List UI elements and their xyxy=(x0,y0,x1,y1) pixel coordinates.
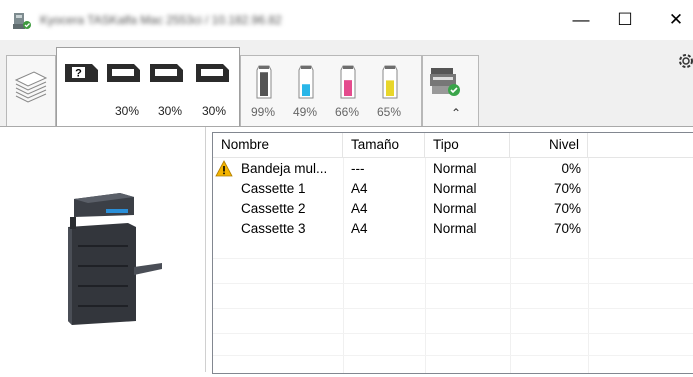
paper-tray-table: Nombre Tamaño Tipo Nivel Bandeja mul... … xyxy=(212,132,693,374)
svg-text:?: ? xyxy=(75,68,82,80)
tray-level: 70% xyxy=(553,221,581,236)
column-header-level[interactable]: Nivel xyxy=(510,133,588,157)
tray-type: Normal xyxy=(433,181,477,196)
table-row[interactable]: Bandeja mul... --- Normal 0% xyxy=(213,159,693,179)
tray-size: A4 xyxy=(351,201,368,216)
tab-paper-overview[interactable] xyxy=(6,55,56,126)
tray-size: A4 xyxy=(351,181,368,196)
tray-level: 70% xyxy=(553,181,581,196)
tab-paper-trays[interactable]: ? 30% 30% 30% xyxy=(56,47,240,126)
tray-type: Normal xyxy=(433,161,477,176)
toner-yellow-icon xyxy=(382,65,398,99)
tab-toner[interactable]: 99% 49% 66% 65% xyxy=(240,55,422,126)
tray-name: Cassette 3 xyxy=(241,221,306,236)
minimize-button[interactable]: — xyxy=(566,8,596,32)
toner-magenta-icon xyxy=(340,65,356,99)
tray-icon-3 xyxy=(196,64,229,82)
printer-app-icon xyxy=(13,13,31,29)
row-divider xyxy=(213,333,693,334)
toner-yellow-level: 65% xyxy=(377,105,402,119)
tray-name: Cassette 2 xyxy=(241,201,306,216)
table-row[interactable]: Cassette 2 A4 Normal 70% xyxy=(213,199,693,219)
device-image-panel xyxy=(0,127,205,377)
tray-icon-1 xyxy=(107,64,140,82)
tray-2-level: 30% xyxy=(158,104,183,118)
tray-name: Cassette 1 xyxy=(241,181,306,196)
printer-status-icon xyxy=(430,68,460,96)
row-divider xyxy=(213,308,693,309)
tray-size: --- xyxy=(351,161,365,176)
tray-type: Normal xyxy=(433,221,477,236)
tray-level: 0% xyxy=(561,161,581,176)
close-button[interactable]: ✕ xyxy=(661,8,691,32)
tray-level: 70% xyxy=(553,201,581,216)
row-divider xyxy=(213,283,693,284)
gear-icon[interactable] xyxy=(677,52,693,70)
tray-1-level: 30% xyxy=(115,104,140,118)
panel-divider xyxy=(205,127,206,372)
tray-unknown-icon: ? xyxy=(65,64,98,82)
printer-device-image xyxy=(68,193,162,325)
toner-black-icon xyxy=(256,65,272,99)
table-row[interactable]: Cassette 3 A4 Normal 70% xyxy=(213,219,693,239)
toner-black-level: 99% xyxy=(251,105,276,119)
status-toolbar: ? 30% 30% 30% 99% 49% 66% 65% ⌃ xyxy=(0,40,693,127)
column-header-type[interactable]: Tipo xyxy=(425,133,510,157)
table-row[interactable]: Cassette 1 A4 Normal 70% xyxy=(213,179,693,199)
row-divider xyxy=(213,355,693,356)
tray-name: Bandeja mul... xyxy=(241,161,328,176)
table-header: Nombre Tamaño Tipo Nivel xyxy=(213,133,693,158)
warning-icon xyxy=(215,160,233,177)
toner-cyan-icon xyxy=(298,65,314,99)
tray-size: A4 xyxy=(351,221,368,236)
title-bar: Kyocera TASKalfa Mac 2553ci / 10.182.96.… xyxy=(0,0,693,40)
column-header-name[interactable]: Nombre xyxy=(213,133,343,157)
window-title: Kyocera TASKalfa Mac 2553ci / 10.182.96.… xyxy=(40,13,282,27)
tray-icon-2 xyxy=(150,64,183,82)
paper-stack-icon xyxy=(14,71,48,103)
toner-cyan-level: 49% xyxy=(293,105,318,119)
tray-type: Normal xyxy=(433,201,477,216)
maximize-button[interactable]: ☐ xyxy=(610,8,640,32)
tray-3-level: 30% xyxy=(202,104,227,118)
row-divider xyxy=(213,258,693,259)
expand-chevron-icon[interactable]: ⌃ xyxy=(451,106,461,120)
column-header-size[interactable]: Tamaño xyxy=(343,133,425,157)
main-area: Nombre Tamaño Tipo Nivel Bandeja mul... … xyxy=(0,127,693,377)
toner-magenta-level: 66% xyxy=(335,105,360,119)
tab-device-status[interactable]: ⌃ xyxy=(422,55,479,126)
